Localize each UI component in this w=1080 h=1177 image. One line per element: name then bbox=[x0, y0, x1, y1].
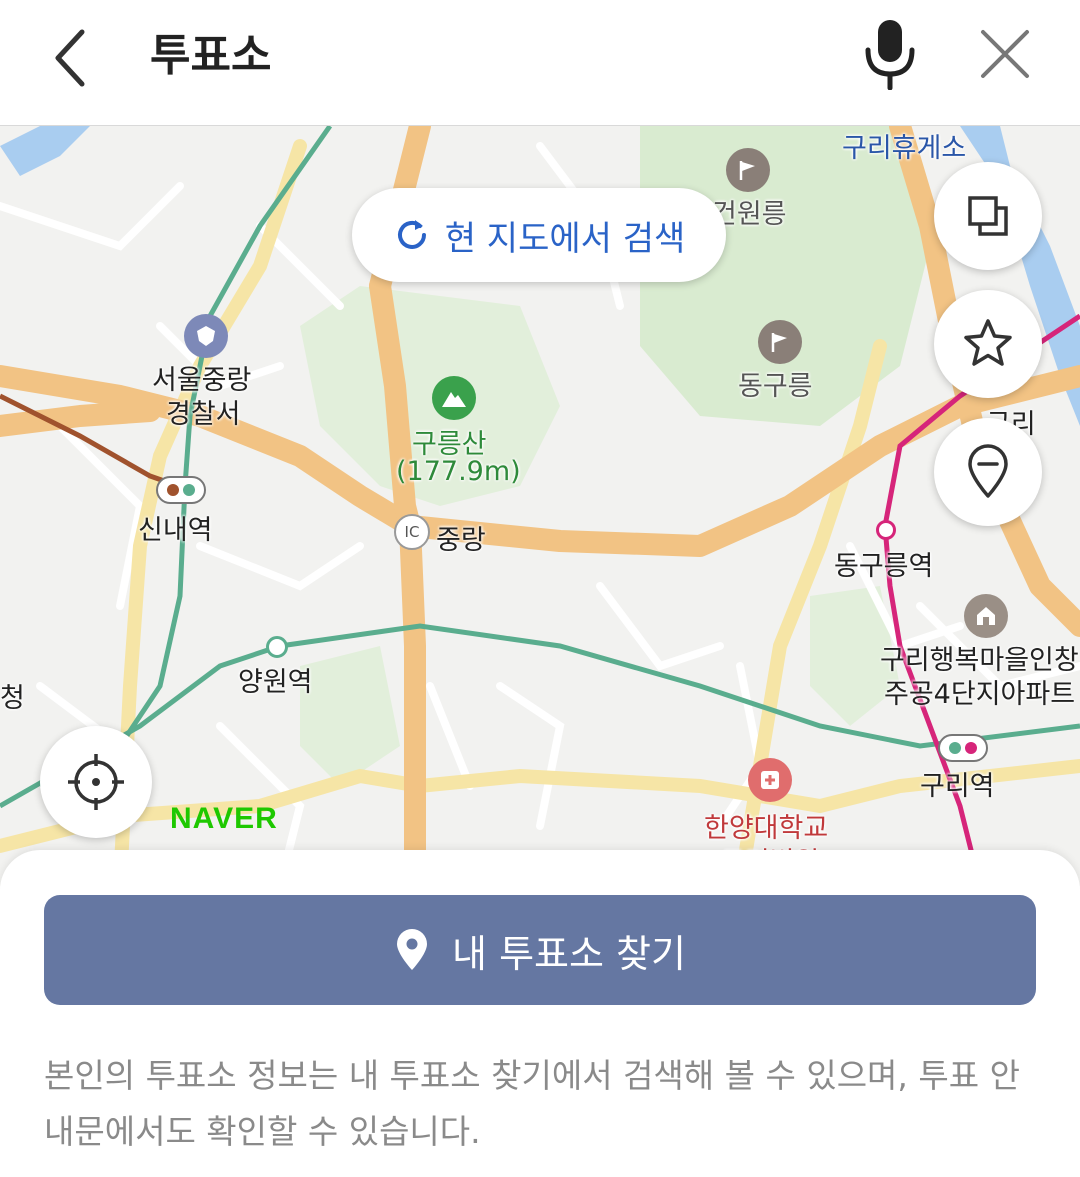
info-text: 본인의 투표소 정보는 내 투표소 찾기에서 검색해 볼 수 있으며, 투표 안… bbox=[44, 1056, 1020, 1151]
map-view[interactable]: 구리휴게소 건원릉 동구릉 서울중랑 경찰서 구릉산 (177.9m) IC 중… bbox=[0, 126, 1080, 886]
label-sinnae-station: 신내역 bbox=[138, 515, 213, 546]
label-donggureung-station: 동구릉역 bbox=[834, 551, 934, 582]
back-button[interactable] bbox=[30, 18, 110, 98]
layers-icon bbox=[968, 196, 1008, 236]
back-chevron-icon bbox=[55, 29, 85, 87]
voice-search-button[interactable] bbox=[850, 14, 930, 94]
naver-logo: NAVER bbox=[170, 802, 278, 835]
search-query[interactable]: 투표소 bbox=[150, 28, 271, 84]
mountain-icon bbox=[432, 376, 476, 420]
microphone-icon bbox=[865, 20, 915, 90]
label-guri-station: 구리역 bbox=[920, 771, 995, 802]
landmark-flag-icon bbox=[758, 320, 802, 364]
find-my-polling-place-button[interactable]: 내 투표소 찾기 bbox=[44, 895, 1036, 1005]
apartment-icon bbox=[964, 594, 1008, 638]
location-pin-icon bbox=[968, 444, 1008, 498]
clear-button[interactable] bbox=[965, 14, 1045, 94]
refresh-icon bbox=[397, 220, 426, 249]
station-marker-icon bbox=[938, 734, 988, 762]
location-pin-button[interactable] bbox=[934, 418, 1042, 526]
label-yangwon-station: 양원역 bbox=[238, 667, 313, 698]
star-icon bbox=[964, 319, 1012, 366]
crosshair-icon bbox=[68, 754, 124, 810]
map-pin-icon bbox=[397, 929, 428, 970]
label-edge: 청 bbox=[0, 683, 25, 714]
station-marker-icon bbox=[156, 476, 206, 504]
label-donggureung: 동구릉 bbox=[738, 371, 813, 402]
find-my-polling-place-label: 내 투표소 찾기 bbox=[452, 931, 686, 976]
river bbox=[0, 126, 90, 176]
bottom-sheet: 내 투표소 찾기 본인의 투표소 정보는 내 투표소 찾기에서 검색해 볼 수 … bbox=[0, 850, 1080, 1177]
hospital-icon bbox=[748, 758, 792, 802]
label-mountain-height: (177.9m) bbox=[396, 456, 521, 487]
station-dot-icon bbox=[266, 636, 288, 658]
close-icon bbox=[981, 30, 1029, 78]
search-this-area-label: 현 지도에서 검색 bbox=[444, 218, 686, 259]
ic-badge: IC bbox=[394, 514, 430, 550]
search-this-area-button[interactable]: 현 지도에서 검색 bbox=[352, 188, 726, 282]
green-area bbox=[300, 646, 400, 786]
police-badge-icon bbox=[184, 314, 228, 358]
label-police-line2: 경찰서 bbox=[166, 399, 241, 430]
layers-button[interactable] bbox=[934, 162, 1042, 270]
label-guri-rest-area: 구리휴게소 bbox=[842, 133, 967, 164]
station-dot-icon bbox=[876, 520, 896, 540]
label-ic-jungnang: 중랑 bbox=[436, 525, 486, 556]
search-bar: 투표소 bbox=[0, 0, 1080, 126]
landmark-flag-icon bbox=[726, 148, 770, 192]
favorite-button[interactable] bbox=[934, 290, 1042, 398]
my-location-button[interactable] bbox=[40, 726, 152, 838]
label-apartment-line2: 주공4단지아파트 bbox=[884, 679, 1076, 710]
